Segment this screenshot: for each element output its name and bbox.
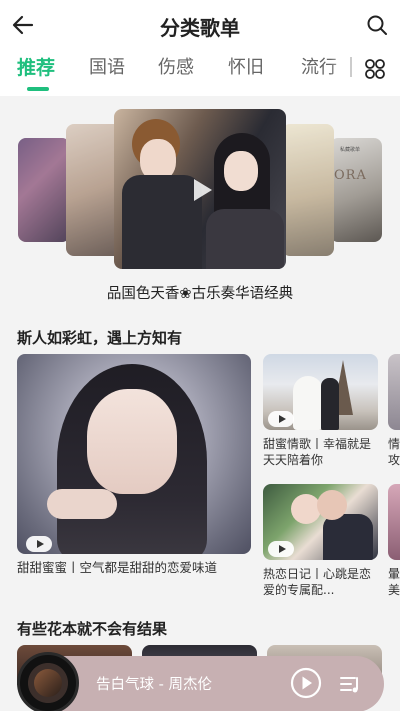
- playlist-caption-peek[interactable]: 情: [388, 436, 400, 452]
- cover-coat: [323, 514, 373, 560]
- tab-divider: [350, 57, 352, 77]
- tab-fade: [330, 50, 350, 90]
- playlist-caption-peek[interactable]: 攻: [388, 452, 400, 468]
- play-icon[interactable]: [26, 536, 52, 552]
- now-playing-title[interactable]: 告白气球 - 周杰伦: [96, 673, 212, 694]
- album-disc[interactable]: [17, 652, 79, 711]
- cover-face: [87, 389, 177, 494]
- playlist-cover[interactable]: [263, 354, 378, 430]
- featured-carousel: 私藏歌单 ORA 品国色天香❀古乐奏华语经典: [0, 96, 400, 316]
- play-icon[interactable]: [185, 174, 217, 206]
- playlist-caption[interactable]: 甜蜜情歌丨幸福就是天天陪着你: [263, 436, 381, 468]
- carousel-cover[interactable]: [282, 124, 334, 256]
- header-bar: 分类歌单: [0, 0, 400, 50]
- tab-mandarin[interactable]: 国语: [89, 53, 125, 79]
- playlist-caption-peek[interactable]: 暈: [388, 566, 400, 582]
- cover-groom: [321, 378, 339, 430]
- section-title: 有些花本就不会有结果: [17, 620, 168, 638]
- playlist-cover-peek[interactable]: [388, 354, 400, 430]
- play-button-icon[interactable]: [290, 667, 322, 699]
- active-tab-indicator: [27, 87, 49, 91]
- album-art: [34, 669, 62, 697]
- cover-small-text: 私藏歌单: [340, 147, 361, 153]
- playlist-cover[interactable]: [263, 484, 378, 560]
- cover-face: [317, 490, 347, 520]
- playlist-icon[interactable]: [338, 672, 362, 696]
- grid-icon[interactable]: [364, 58, 386, 80]
- page-title: 分类歌单: [160, 16, 240, 40]
- tab-nostalgic[interactable]: 怀旧: [228, 53, 264, 79]
- couple-face: [224, 151, 258, 191]
- playlist-cover-peek[interactable]: [388, 484, 400, 560]
- cover-hand: [47, 489, 117, 519]
- play-icon[interactable]: [268, 541, 294, 557]
- tab-sad[interactable]: 伤感: [158, 53, 194, 79]
- cover-bride: [293, 376, 323, 430]
- carousel-cover[interactable]: 私藏歌单 ORA: [330, 138, 382, 242]
- search-icon[interactable]: [366, 14, 388, 36]
- section-title: 斯人如彩虹，遇上方知有: [17, 329, 183, 347]
- playlist-cover-large[interactable]: [17, 354, 251, 554]
- tab-recommend[interactable]: 推荐: [17, 53, 55, 80]
- playlist-caption[interactable]: 热恋日记丨心跳是恋爱的专属配...: [263, 566, 381, 598]
- cover-text: ORA: [334, 168, 367, 183]
- carousel-cover[interactable]: [18, 138, 70, 242]
- play-icon[interactable]: [268, 411, 294, 427]
- couple-body: [206, 209, 284, 269]
- playlist-caption-peek[interactable]: 美: [388, 582, 400, 598]
- carousel-caption[interactable]: 品国色天香❀古乐奏华语经典: [0, 282, 400, 303]
- cover-face: [291, 494, 321, 524]
- playlist-caption[interactable]: 甜甜蜜蜜丨空气都是甜甜的恋爱味道: [17, 560, 217, 576]
